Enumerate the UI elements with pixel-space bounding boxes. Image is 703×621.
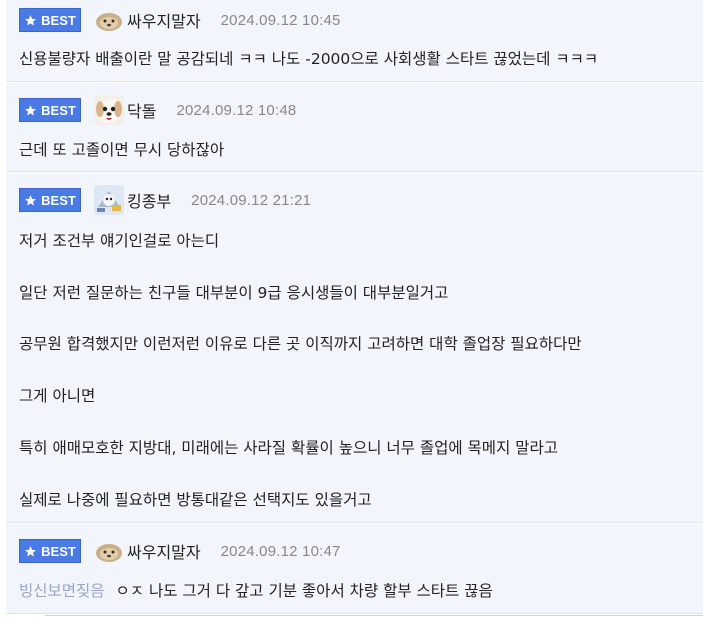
best-label: BEST xyxy=(41,102,76,118)
comment-text: 공무원 합격했지만 이런저런 이유로 다른 곳 이직까지 고려하면 대학 졸업장… xyxy=(19,335,582,353)
comment-text: 신용불량자 배출이란 말 공감되네 ㅋㅋ 나도 -2000으로 사회생활 스타트… xyxy=(19,50,599,68)
comment-timestamp: 2024.09.12 21:21 xyxy=(191,191,312,209)
comment-text: 실제로 나중에 필요하면 방통대같은 선택지도 있을거고 xyxy=(19,491,372,509)
comment-meta: BEST 싸우지말자 2024.09.12 10:47 xyxy=(19,536,341,566)
comment-text: 특히 애매모호한 지방대, 미래에는 사라질 확률이 높으니 너무 졸업에 목메… xyxy=(19,439,559,457)
author-nickname[interactable]: 싸우지말자 xyxy=(127,8,201,32)
comment-meta: BEST 킹종부 2024.09.12 21:21 xyxy=(19,185,312,215)
comment-text: 저거 조건부 얘기인걸로 아는디 xyxy=(19,232,220,250)
comment-list: BEST 싸우지말자 2024.09.12 10:45 신용불량자 배출이란 말… xyxy=(0,0,703,620)
comment-text: ㅇㅈ 나도 그거 다 갚고 기분 좋아서 차량 할부 스타트 끊음 xyxy=(115,582,493,600)
author-nickname[interactable]: 싸우지말자 xyxy=(127,539,201,563)
dog-avatar-icon[interactable] xyxy=(94,5,124,35)
comment-item: BEST 닥돌 2024.09.12 10:48 근데 또 고졸이면 무시 당하… xyxy=(6,83,703,172)
comment-meta: BEST 싸우지말자 2024.09.12 10:45 xyxy=(19,5,341,35)
star-icon xyxy=(25,104,37,115)
comment-item: BEST 싸우지말자 2024.09.12 10:45 신용불량자 배출이란 말… xyxy=(6,0,703,82)
star-icon xyxy=(25,14,37,25)
best-badge: BEST xyxy=(19,539,81,563)
comment-meta: BEST 닥돌 2024.09.12 10:48 xyxy=(19,95,297,125)
comment-timestamp: 2024.09.12 10:48 xyxy=(176,101,297,119)
comment-item: BEST 킹종부 2024.09.12 21:21 저거 조건부 얘기인걸로 아… xyxy=(6,173,703,523)
best-badge: BEST xyxy=(19,98,81,122)
divider xyxy=(45,615,703,621)
author-nickname[interactable]: 닥돌 xyxy=(127,98,156,122)
comment-text-row: 빙신보면짖음 ㅇㅈ 나도 그거 다 갚고 기분 좋아서 차량 할부 스타트 끊음 xyxy=(19,579,493,601)
comment-item: BEST 싸우지말자 2024.09.12 10:47 빙신보면짖음 ㅇㅈ 나도… xyxy=(6,524,703,614)
best-label: BEST xyxy=(41,543,76,559)
game-avatar-icon[interactable] xyxy=(94,185,124,215)
star-icon xyxy=(25,545,37,556)
best-label: BEST xyxy=(41,192,76,208)
star-icon xyxy=(25,194,37,205)
comment-timestamp: 2024.09.12 10:47 xyxy=(220,542,341,560)
best-badge: BEST xyxy=(19,188,81,212)
comment-text: 일단 저런 질문하는 친구들 대부분이 9급 응시생들이 대부분일거고 xyxy=(19,284,449,302)
dog-avatar-icon[interactable] xyxy=(94,536,124,566)
best-label: BEST xyxy=(41,12,76,28)
author-nickname[interactable]: 킹종부 xyxy=(127,188,171,212)
comment-timestamp: 2024.09.12 10:45 xyxy=(220,11,341,29)
best-badge: BEST xyxy=(19,8,81,32)
reply-target-nickname[interactable]: 빙신보면짖음 xyxy=(19,582,105,600)
comment-text: 근데 또 고졸이면 무시 당하잖아 xyxy=(19,141,225,159)
comment-text: 그게 아니면 xyxy=(19,387,96,405)
puppy-avatar-icon[interactable] xyxy=(94,95,124,125)
